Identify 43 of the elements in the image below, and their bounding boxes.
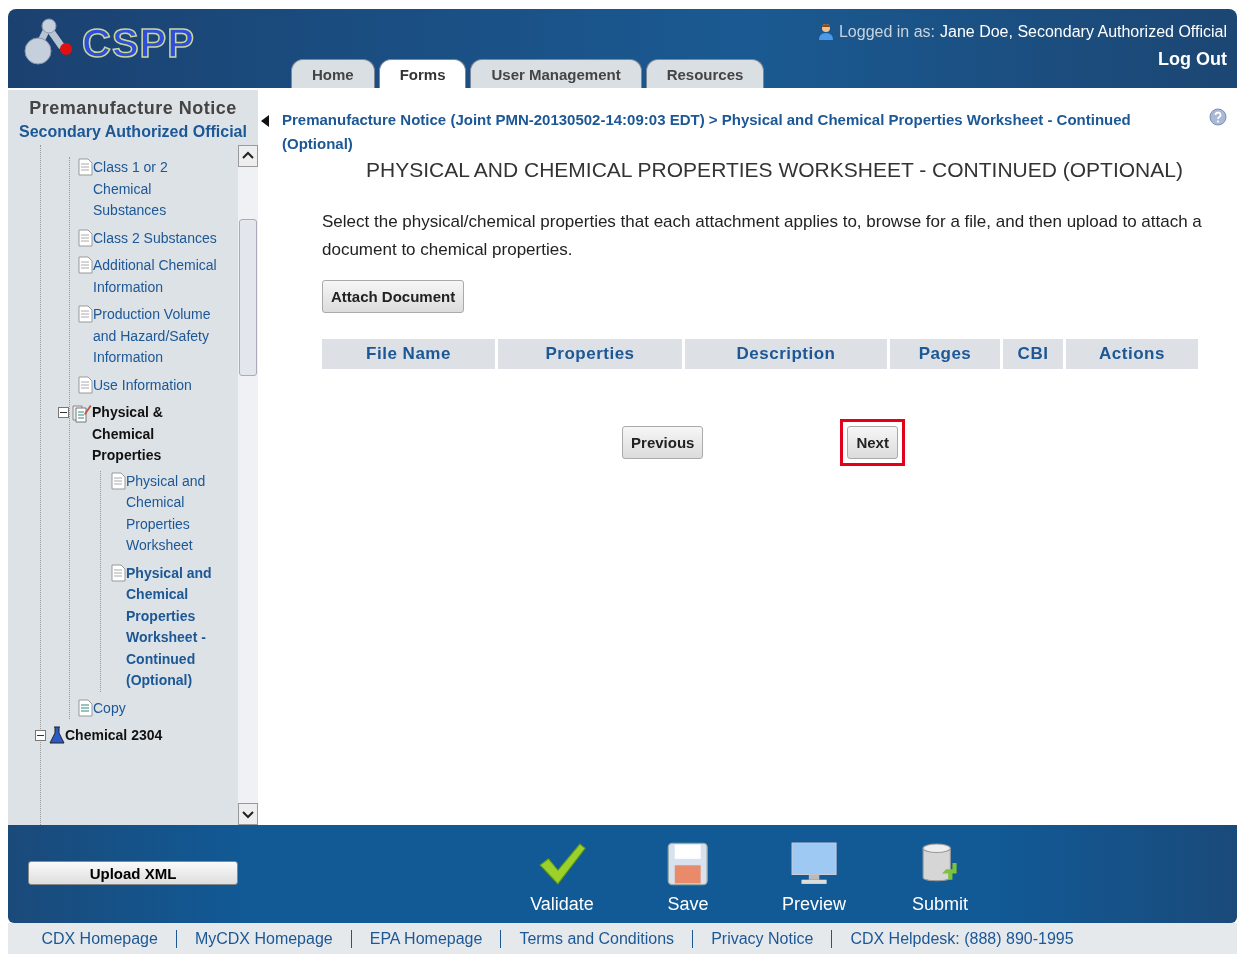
nav-tab[interactable]: Resources	[645, 59, 765, 88]
nav-button[interactable]: Previous	[622, 426, 704, 459]
footer-link[interactable]: EPA Homepage	[350, 929, 483, 948]
tree-item[interactable]: Chemical 2304	[65, 725, 191, 747]
footer-link[interactable]: MyCDX Homepage	[175, 929, 333, 948]
tree-item[interactable]: Physical and Chemical Properties Worksheet	[126, 470, 238, 557]
logo-text: CSPP	[82, 20, 195, 66]
footer-link[interactable]: Terms and Conditions	[500, 929, 675, 948]
nav-tab[interactable]: User Management	[470, 59, 642, 88]
tree-item[interactable]: Production Volume and Hazard/Safety Information	[93, 304, 219, 369]
footer-link[interactable]: Privacy Notice	[692, 929, 814, 948]
attach-document-button[interactable]: Attach Document	[322, 280, 465, 313]
column-header: Description	[685, 339, 887, 369]
tree-item[interactable]: Use Information	[93, 374, 219, 396]
action-button[interactable]: Submit	[888, 841, 992, 915]
upload-xml-button[interactable]: Upload XML	[28, 861, 238, 885]
tree-item[interactable]: Class 2 Substances	[93, 227, 219, 249]
sidebar-title: Premanufacture Notice	[28, 98, 238, 119]
tree-item[interactable]: Copy	[93, 697, 219, 719]
tree-item[interactable]: Physical & Chemical Properties	[92, 402, 218, 467]
nav-button[interactable]: Next	[847, 426, 898, 459]
logged-in-label: Logged in as:	[838, 23, 935, 41]
column-header: Actions	[1066, 339, 1198, 369]
page-title: PHYSICAL AND CHEMICAL PROPERTIES WORKSHEET - CONTINUED (OPTIONAL)	[365, 158, 1184, 182]
tree-item[interactable]: Physical and Chemical Properties Worksheet - Continued (Optional)	[126, 562, 238, 692]
nav-tab[interactable]: Home	[290, 59, 375, 88]
footer-link[interactable]: CDX Homepage	[41, 929, 158, 948]
instructions-text: Select the physical/chemical properties that each attachment applies to, browse for a file, and then upload to attach a document to chemical properties.	[322, 211, 1202, 261]
column-header: Properties	[498, 339, 682, 369]
tree-item[interactable]: Class 1 or 2 Chemical Substances	[93, 157, 219, 222]
nav-tab[interactable]: Forms	[378, 59, 467, 88]
footer-link[interactable]: CDX Helpdesk: (888) 890-1995	[831, 929, 1074, 948]
breadcrumb-link[interactable]: Premanufacture Notice (Joint PMN-20130502-14:09:03 EDT) > Physical and Chemical Properties Worksheet - Continued (Optional)	[282, 108, 1159, 156]
user-name: Jane Doe, Secondary Authorized Official	[940, 23, 1227, 41]
action-button[interactable]: Validate	[510, 841, 614, 915]
action-button[interactable]: Save	[636, 841, 740, 915]
logout-link[interactable]: Log Out	[1158, 49, 1227, 70]
sidebar-role: Secondary Authorized Official	[18, 123, 248, 141]
column-header: File Name	[322, 339, 495, 369]
action-button[interactable]: Preview	[762, 841, 866, 915]
tree-item[interactable]: Additional Chemical Information	[93, 255, 219, 298]
column-header: CBI	[1003, 339, 1063, 369]
column-header: Pages	[890, 339, 1000, 369]
